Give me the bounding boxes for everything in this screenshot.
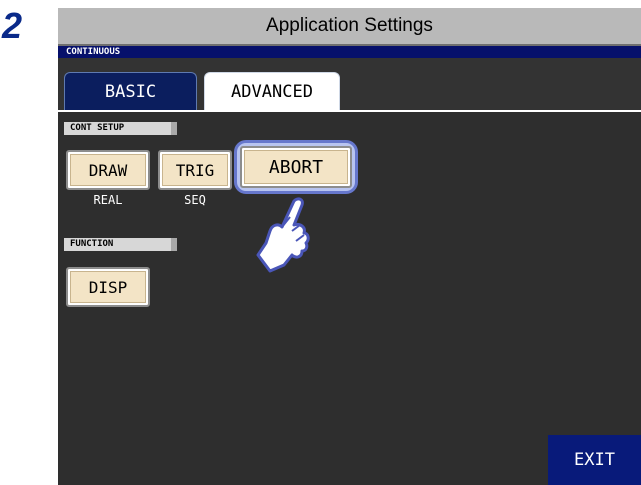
step-number: 2 (2, 5, 23, 46)
disp-button[interactable]: DISP (66, 267, 150, 307)
section-cont-setup: CONT SETUP (64, 122, 177, 135)
trig-button[interactable]: TRIG (158, 150, 232, 190)
draw-button-label: DRAW (88, 160, 128, 180)
abort-button-label: ABORT (268, 156, 324, 178)
screen-subtitle: CONTINUOUS (58, 46, 641, 58)
settings-panel: CONT SETUP DRAW REAL TRIG SEQ ABORT FUNC… (58, 110, 641, 485)
disp-button-label: DISP (88, 277, 128, 297)
tab-advanced[interactable]: ADVANCED (204, 72, 340, 114)
hand-pointer-icon (256, 197, 310, 273)
page-title: Application Settings (266, 15, 433, 36)
draw-button[interactable]: DRAW (66, 150, 150, 190)
device-screen: CONTINUOUS BASIC ADVANCED CONT SETUP DRA… (58, 46, 641, 485)
title-bar: Application Settings (58, 8, 641, 46)
trig-value: SEQ (184, 193, 206, 207)
tab-basic[interactable]: BASIC (64, 72, 197, 112)
section-function: FUNCTION (64, 238, 177, 251)
abort-button[interactable]: ABORT (240, 146, 352, 188)
exit-button[interactable]: EXIT (548, 435, 641, 485)
draw-value: REAL (93, 193, 123, 207)
trig-button-label: TRIG (175, 160, 215, 180)
